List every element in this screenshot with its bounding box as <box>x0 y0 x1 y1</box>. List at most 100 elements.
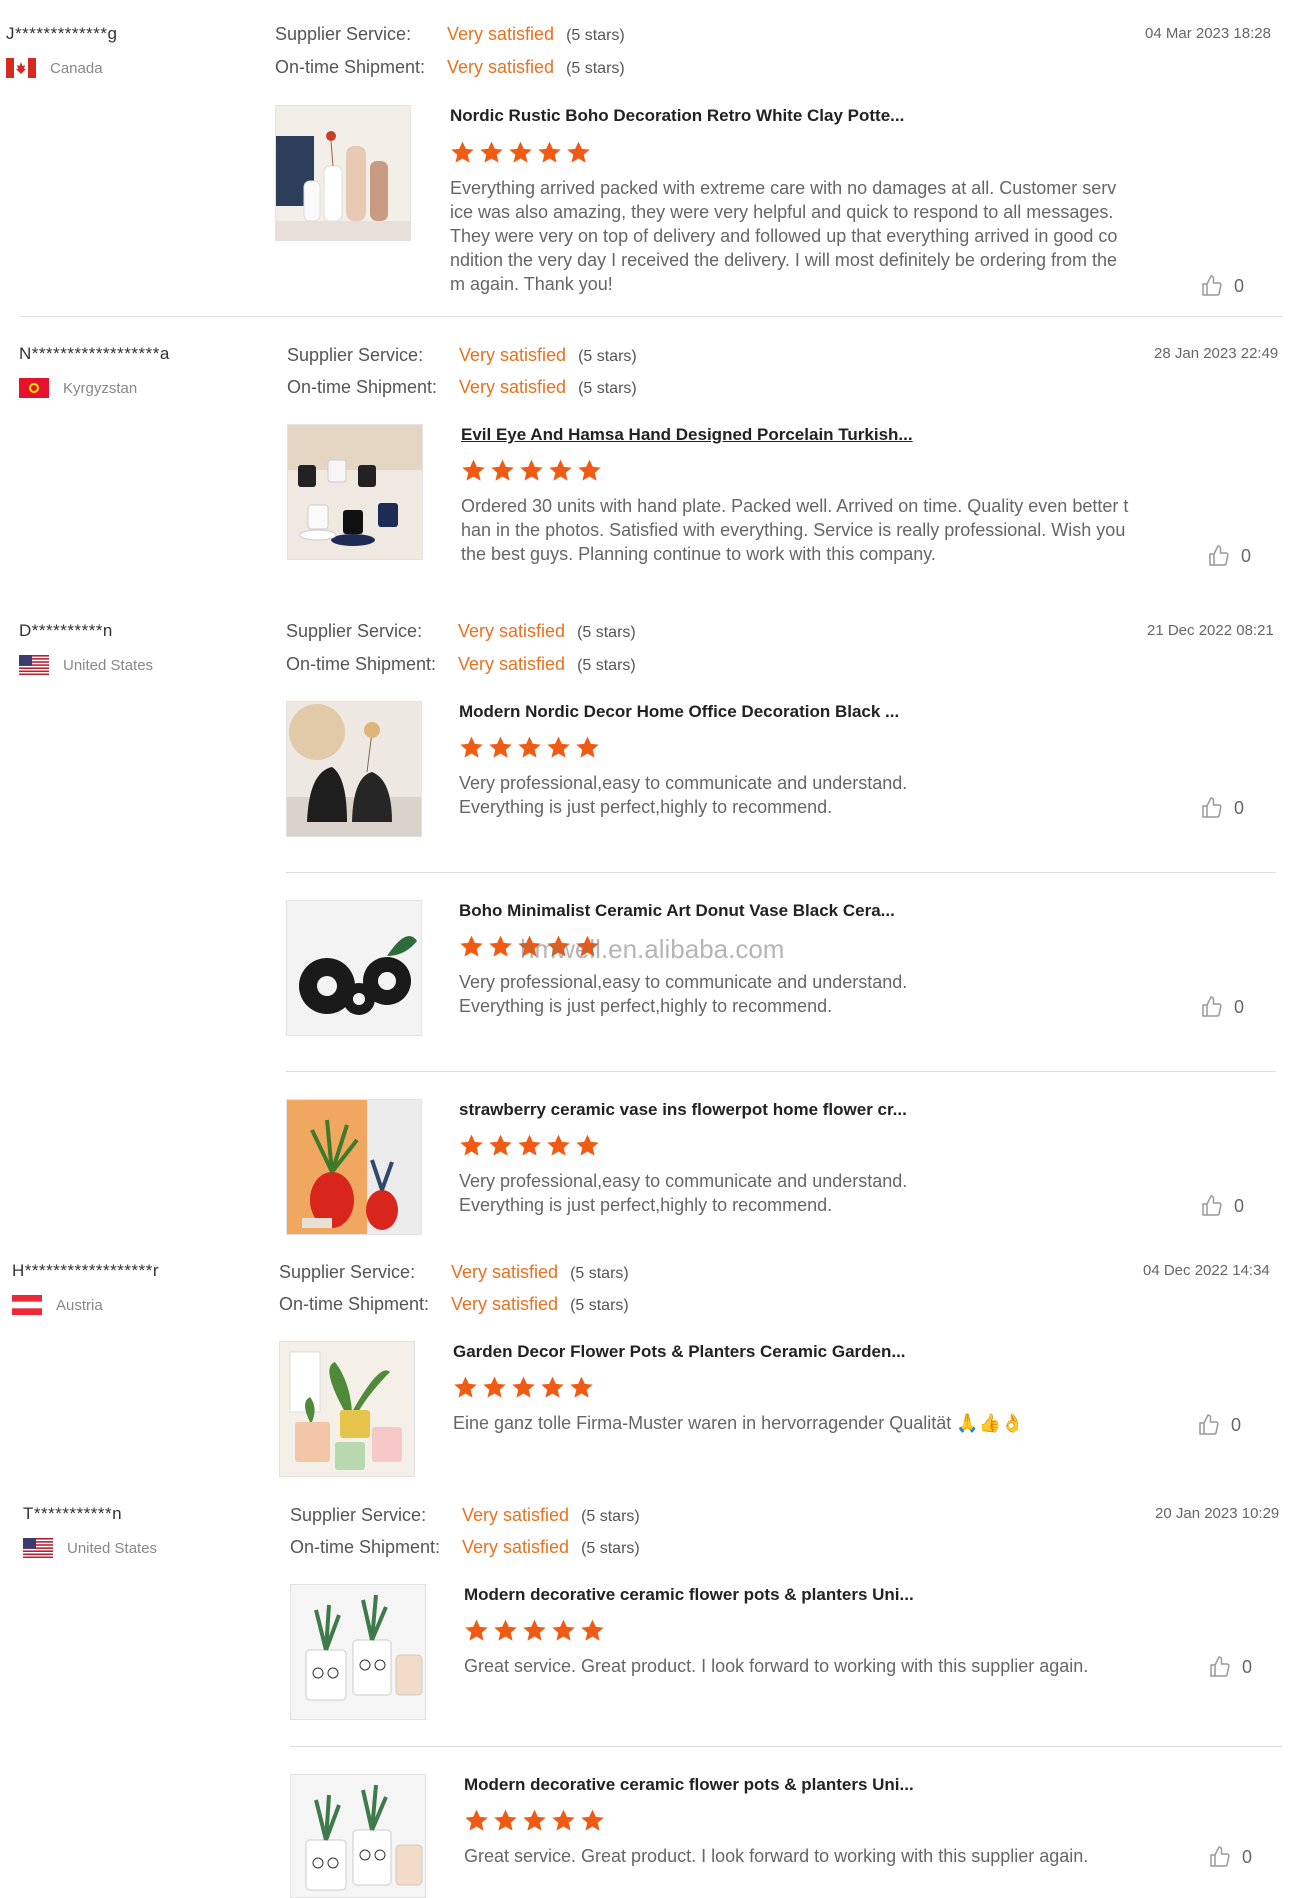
supplier-service-value: Very satisfied <box>447 24 555 44</box>
star-icon <box>460 1134 483 1156</box>
product-rating-stars <box>450 140 591 165</box>
supplier-service-value: Very satisfied <box>458 621 566 641</box>
product-thumbnail[interactable] <box>286 701 422 837</box>
like-count: 0 <box>1231 1414 1242 1435</box>
country-name: Kyrgyzstan <box>63 379 138 397</box>
supplier-service-rating: Supplier Service: Very satisfied (5 star… <box>286 621 636 642</box>
star-icon <box>454 1376 477 1398</box>
canada-flag-icon <box>6 58 36 78</box>
star-icon <box>538 141 561 163</box>
product-thumbnail[interactable] <box>290 1774 426 1898</box>
star-icon <box>523 1619 546 1641</box>
reviewer-name: N******************a <box>19 344 170 363</box>
like-count: 0 <box>1242 1846 1253 1867</box>
on-time-shipment-label: On-time Shipment: <box>287 377 438 397</box>
country-name: United States <box>63 656 154 674</box>
star-icon <box>581 1809 604 1831</box>
on-time-shipment-value: Very satisfied <box>451 1294 559 1314</box>
like-button[interactable]: 0 <box>1200 995 1244 1019</box>
on-time-shipment-value: Very satisfied <box>462 1537 570 1557</box>
star-icon <box>520 459 543 481</box>
on-time-shipment-stars: (5 stars) <box>566 60 625 77</box>
supplier-service-stars: (5 stars) <box>578 348 637 365</box>
austria-flag-icon <box>12 1295 42 1315</box>
like-button[interactable]: 0 <box>1200 796 1244 820</box>
thumbs-up-icon <box>1199 1414 1219 1435</box>
like-button[interactable]: 0 <box>1208 1845 1252 1869</box>
product-title[interactable]: Modern decorative ceramic flower pots & … <box>464 1585 914 1605</box>
review-text: Great service. Great product. I look for… <box>464 1846 1089 1866</box>
on-time-shipment-value: Very satisfied <box>458 654 566 674</box>
product-thumbnail[interactable] <box>287 424 423 560</box>
like-button[interactable]: 0 <box>1197 1413 1241 1437</box>
star-icon <box>489 1134 512 1156</box>
product-rating-stars <box>461 458 602 483</box>
review-text: Very professional,easy to communicate an… <box>459 1171 908 1215</box>
star-icon <box>552 1809 575 1831</box>
supplier-service-stars: (5 stars) <box>577 624 636 641</box>
supplier-service-value: Very satisfied <box>462 1505 570 1525</box>
supplier-service-value: Very satisfied <box>459 345 567 365</box>
star-icon <box>494 1809 517 1831</box>
supplier-service-label: Supplier Service: <box>286 621 423 641</box>
review-divider <box>20 316 1282 317</box>
like-count: 0 <box>1234 275 1245 296</box>
product-title[interactable]: strawberry ceramic vase ins flowerpot ho… <box>459 1100 907 1120</box>
country-name: Canada <box>50 59 103 77</box>
star-icon <box>509 141 532 163</box>
product-thumbnail[interactable] <box>290 1584 426 1720</box>
star-icon <box>460 935 483 957</box>
like-count: 0 <box>1234 996 1245 1017</box>
on-time-shipment-label: On-time Shipment: <box>275 57 426 77</box>
like-button[interactable]: 0 <box>1200 1194 1244 1218</box>
product-thumbnail[interactable] <box>286 1099 422 1235</box>
on-time-shipment-value: Very satisfied <box>459 377 567 397</box>
like-count: 0 <box>1242 1656 1253 1677</box>
review-text: Everything arrived packed with extreme c… <box>450 178 1118 294</box>
supplier-service-label: Supplier Service: <box>290 1505 427 1525</box>
product-rating-stars <box>464 1808 605 1833</box>
country-name: United States <box>67 1539 158 1557</box>
star-icon <box>462 459 485 481</box>
star-icon <box>483 1376 506 1398</box>
reviewer-country: United States <box>19 655 153 675</box>
review-date: 28 Jan 2023 22:49 <box>1154 345 1279 362</box>
product-title[interactable]: Boho Minimalist Ceramic Art Donut Vase B… <box>459 901 895 921</box>
thumbs-up-icon <box>1209 545 1229 566</box>
product-thumbnail[interactable] <box>275 105 411 241</box>
product-thumbnail[interactable] <box>279 1341 415 1477</box>
on-time-shipment-label: On-time Shipment: <box>279 1294 430 1314</box>
review-date: 04 Mar 2023 18:28 <box>1145 25 1271 42</box>
supplier-service-rating: Supplier Service: Very satisfied (5 star… <box>279 1262 629 1283</box>
product-rating-stars <box>459 1133 600 1158</box>
product-title[interactable]: Modern decorative ceramic flower pots & … <box>464 1775 914 1795</box>
product-thumbnail[interactable] <box>286 900 422 1036</box>
reviewer-country: Austria <box>12 1295 103 1315</box>
thumbs-up-icon <box>1210 1656 1230 1677</box>
product-title[interactable]: Garden Decor Flower Pots & Planters Cera… <box>453 1342 906 1362</box>
star-icon <box>460 736 483 758</box>
star-icon <box>491 459 514 481</box>
star-icon <box>494 1619 517 1641</box>
on-time-shipment-rating: On-time Shipment: Very satisfied (5 star… <box>287 377 637 398</box>
on-time-shipment-stars: (5 stars) <box>577 657 636 674</box>
thumbs-up-icon <box>1210 1846 1230 1867</box>
review-date: 20 Jan 2023 10:29 <box>1155 1505 1280 1522</box>
us-flag-icon <box>19 655 49 675</box>
product-title[interactable]: Evil Eye And Hamsa Hand Designed Porcela… <box>461 425 913 445</box>
watermark: hmwell.en.alibaba.com <box>520 934 785 964</box>
star-icon <box>576 1134 599 1156</box>
like-button[interactable]: 0 <box>1208 1655 1252 1679</box>
review-text: Eine ganz tolle Firma-Muster waren in he… <box>453 1413 1024 1433</box>
on-time-shipment-rating: On-time Shipment: Very satisfied (5 star… <box>290 1537 640 1558</box>
reviewer-country: Kyrgyzstan <box>19 378 137 398</box>
product-rating-stars <box>459 735 600 760</box>
product-title[interactable]: Modern Nordic Decor Home Office Decorati… <box>459 702 899 722</box>
star-icon <box>547 736 570 758</box>
product-title[interactable]: Nordic Rustic Boho Decoration Retro Whit… <box>450 106 904 126</box>
like-button[interactable]: 0 <box>1207 544 1251 568</box>
like-count: 0 <box>1234 797 1245 818</box>
like-button[interactable]: 0 <box>1200 274 1244 298</box>
review-date: 21 Dec 2022 08:21 <box>1147 622 1274 639</box>
star-icon <box>489 736 512 758</box>
